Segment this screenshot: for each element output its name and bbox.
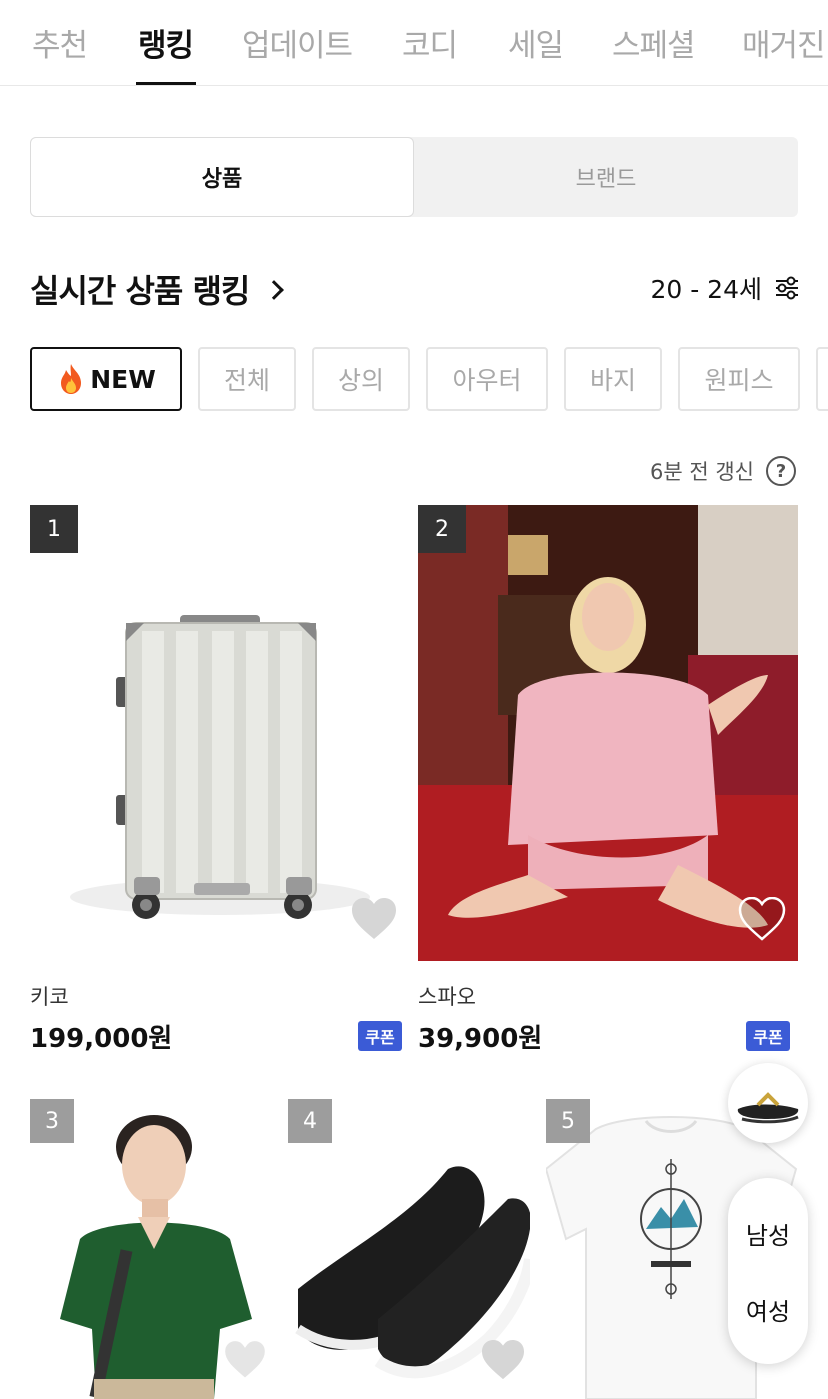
product-price: 39,900원 xyxy=(418,1024,543,1054)
section-title: 실시간 상품 랭킹 xyxy=(30,272,250,310)
gender-male-button[interactable]: 남성 xyxy=(728,1216,808,1251)
age-range-label: 20 - 24세 xyxy=(650,275,762,304)
tab-ranking[interactable]: 랭킹 xyxy=(138,20,194,65)
product-card-4[interactable]: 4 xyxy=(288,1099,530,1399)
tab-codi[interactable]: 코디 xyxy=(402,20,458,65)
updated-time: 6분 전 갱신 ? xyxy=(650,456,796,486)
chip-pants[interactable]: 바지 xyxy=(564,347,662,411)
age-filter-button[interactable]: 20 - 24세 xyxy=(650,270,800,306)
recent-view-thumbnail[interactable] xyxy=(728,1063,808,1143)
ranking-type-segment: 상품 브랜드 xyxy=(30,137,798,217)
chevron-right-icon xyxy=(264,280,285,300)
product-card-3[interactable]: 3 xyxy=(30,1099,272,1399)
segment-product[interactable]: 상품 xyxy=(30,137,414,217)
tab-update[interactable]: 업데이트 xyxy=(242,20,353,65)
tab-sale[interactable]: 세일 xyxy=(508,20,564,65)
product-image-pajama xyxy=(418,505,798,961)
rank-badge: 3 xyxy=(30,1099,74,1143)
section-title-link[interactable]: 실시간 상품 랭킹 xyxy=(30,266,285,312)
tab-recommend[interactable]: 추천 xyxy=(32,20,88,65)
heart-icon[interactable] xyxy=(222,1339,268,1381)
heart-icon[interactable] xyxy=(480,1339,526,1381)
chip-new[interactable]: NEW xyxy=(30,347,182,411)
filter-icon xyxy=(776,276,798,300)
tab-special[interactable]: 스페셜 xyxy=(612,20,696,65)
product-image-suitcase xyxy=(30,505,402,961)
product-card-2[interactable]: 2 스파오 39,900원 쿠폰 xyxy=(418,505,798,1065)
heart-icon[interactable] xyxy=(350,897,398,941)
tab-magazine[interactable]: 매거진 xyxy=(742,20,826,65)
flame-icon xyxy=(61,364,82,394)
rank-badge: 4 xyxy=(288,1099,332,1143)
sandal-image xyxy=(737,1092,799,1124)
help-icon[interactable]: ? xyxy=(766,456,796,486)
product-card-1[interactable]: 1 키코 199,000원 쿠폰 xyxy=(30,505,402,1065)
category-chip-bar: NEW 전체 상의 아우터 바지 원피스 xyxy=(30,347,828,411)
active-tab-indicator xyxy=(136,82,196,85)
segment-brand[interactable]: 브랜드 xyxy=(414,137,798,217)
chip-onepiece[interactable]: 원피스 xyxy=(678,347,800,411)
rank-badge: 5 xyxy=(546,1099,590,1143)
top-tab-bar: 추천 랭킹 업데이트 코디 세일 스페셜 매거진 xyxy=(0,0,828,86)
chip-outer[interactable]: 아우터 xyxy=(426,347,548,411)
chip-more[interactable] xyxy=(816,347,828,411)
chip-new-label: NEW xyxy=(90,364,156,394)
rank-badge: 2 xyxy=(418,505,466,553)
chip-all[interactable]: 전체 xyxy=(198,347,296,411)
coupon-badge: 쿠폰 xyxy=(746,1021,790,1051)
chip-top[interactable]: 상의 xyxy=(312,347,410,411)
updated-label: 6분 전 갱신 xyxy=(650,460,754,484)
coupon-badge: 쿠폰 xyxy=(358,1021,402,1051)
product-price: 199,000원 xyxy=(30,1024,173,1054)
heart-icon[interactable] xyxy=(738,897,786,941)
rank-badge: 1 xyxy=(30,505,78,553)
product-brand: 키코 xyxy=(30,985,69,1009)
product-brand: 스파오 xyxy=(418,985,476,1009)
gender-female-button[interactable]: 여성 xyxy=(728,1292,808,1327)
gender-toggle: 남성 여성 xyxy=(728,1178,808,1364)
